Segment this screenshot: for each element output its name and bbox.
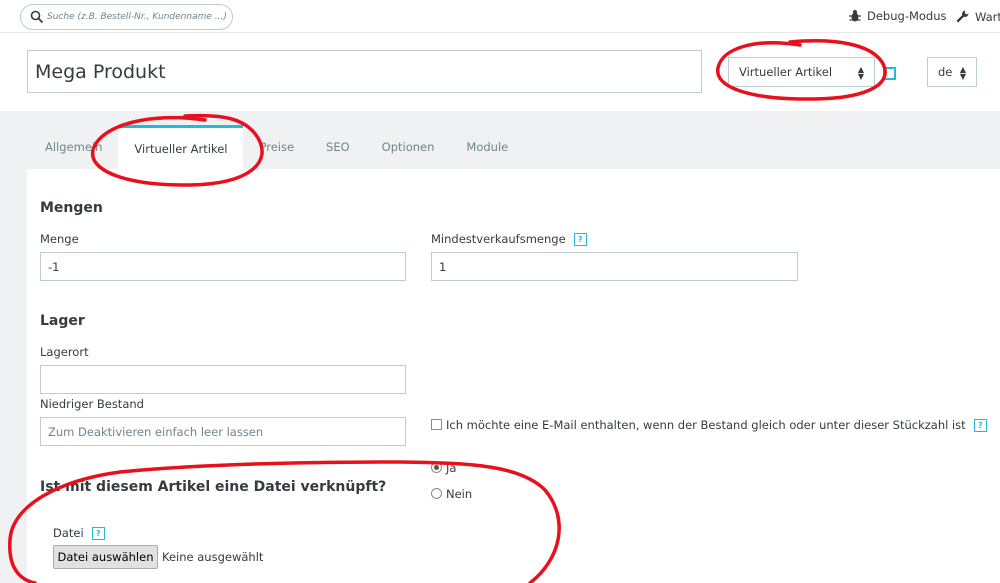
- file-question-heading: Ist mit diesem Artikel eine Datei verknü…: [40, 479, 387, 495]
- product-type-value: Virtueller Artikel: [739, 65, 833, 79]
- help-square-icon[interactable]: [883, 67, 896, 80]
- product-name-input[interactable]: [27, 50, 702, 93]
- tab-seo[interactable]: SEO: [310, 125, 366, 169]
- file-no-radio[interactable]: [431, 488, 442, 499]
- low-stock-input[interactable]: [40, 417, 406, 446]
- tab-prices[interactable]: Preise: [243, 125, 310, 169]
- maintenance-label: Wart: [975, 9, 1000, 24]
- help-icon[interactable]: ?: [91, 526, 105, 540]
- low-stock-email-checkbox[interactable]: [431, 419, 442, 430]
- location-label: Lagerort: [40, 345, 89, 359]
- low-stock-email-label: Ich möchte eine E-Mail enthalten, wenn d…: [446, 418, 966, 432]
- quantity-input[interactable]: [40, 252, 406, 281]
- debug-mode-link[interactable]: Debug-Modus: [848, 9, 947, 23]
- tab-bar: Allgemein Virtueller Artikel Preise SEO …: [27, 125, 524, 169]
- location-input[interactable]: [40, 365, 406, 394]
- tab-modules[interactable]: Module: [450, 125, 524, 169]
- file-yes-radio[interactable]: [431, 462, 442, 473]
- help-icon[interactable]: ?: [973, 418, 987, 432]
- sort-arrows-icon: ▲ ▼: [857, 65, 864, 81]
- min-quantity-label: Mindestverkaufsmenge: [431, 232, 566, 246]
- language-select[interactable]: de ▲ ▼: [927, 57, 977, 87]
- maintenance-link[interactable]: Wart: [955, 9, 1000, 24]
- no-file-selected-text: Keine ausgewählt: [162, 550, 264, 564]
- wrench-icon: [956, 10, 969, 23]
- debug-mode-label: Debug-Modus: [867, 9, 947, 23]
- tab-general[interactable]: Allgemein: [27, 125, 118, 169]
- tab-virtual-product[interactable]: Virtueller Artikel: [118, 125, 244, 169]
- search-input[interactable]: [47, 8, 227, 26]
- product-type-select[interactable]: Virtueller Artikel ▲ ▼: [728, 57, 875, 87]
- quantities-heading: Mengen: [40, 200, 103, 216]
- help-icon[interactable]: ?: [573, 232, 587, 246]
- product-header: Virtueller Artikel ▲▼ de ▲▼: [0, 33, 1000, 111]
- min-quantity-label-row: Mindestverkaufsmenge ?: [431, 232, 587, 246]
- min-quantity-input[interactable]: [431, 252, 798, 281]
- choose-file-button[interactable]: Datei auswählen: [53, 545, 158, 569]
- sort-arrows-icon: ▲ ▼: [959, 65, 966, 81]
- search-box[interactable]: [20, 4, 233, 30]
- file-label-row: Datei ?: [53, 526, 105, 540]
- language-value: de: [938, 65, 953, 79]
- tab-options[interactable]: Optionen: [366, 125, 451, 169]
- file-no-label: Nein: [446, 487, 473, 501]
- low-stock-email-row: Ich möchte eine E-Mail enthalten, wenn d…: [446, 418, 987, 432]
- file-label: Datei: [53, 526, 84, 540]
- file-yes-label: Ja: [446, 461, 457, 475]
- top-bar: Debug-Modus Wart: [0, 0, 1000, 33]
- search-icon: [30, 10, 44, 24]
- low-stock-label: Niedriger Bestand: [40, 397, 144, 411]
- stock-heading: Lager: [40, 313, 85, 329]
- quantity-label: Menge: [40, 232, 79, 246]
- bug-icon: [849, 10, 861, 22]
